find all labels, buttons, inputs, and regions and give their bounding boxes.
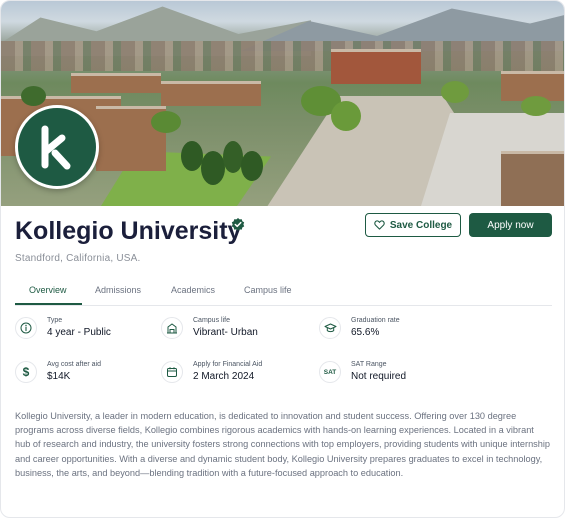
stat-type-label: Type (47, 317, 63, 324)
tab-campus-life[interactable]: Campus life (244, 285, 292, 295)
calendar-icon (161, 361, 183, 383)
stat-campus-life-label: Campus life (193, 317, 230, 324)
stat-campus-life: Campus life Vibrant- Urban (161, 317, 301, 341)
stat-financial-aid: Apply for Financial Aid 2 March 2024 (161, 361, 311, 385)
stat-sat-range: SAT SAT Range Not required (319, 361, 459, 385)
university-name: Kollegio University (15, 217, 242, 245)
stat-type: Type 4 year - Public (15, 317, 145, 341)
active-tab-indicator (15, 303, 82, 305)
stat-avg-cost-value: $14K (47, 371, 71, 382)
save-college-button[interactable]: Save College (365, 213, 461, 237)
university-logo (15, 105, 99, 189)
stat-graduation-rate: Graduation rate 65.6% (319, 317, 459, 341)
university-description: Kollegio University, a leader in modern … (15, 411, 551, 478)
university-location: Standford, California, USA. (15, 253, 141, 264)
stat-graduation-rate-label: Graduation rate (351, 317, 400, 324)
apply-now-button[interactable]: Apply now (469, 213, 552, 237)
tab-academics[interactable]: Academics (171, 285, 215, 295)
info-icon (15, 317, 37, 339)
stat-financial-aid-value: 2 March 2024 (193, 371, 255, 382)
heart-icon (374, 220, 385, 230)
stat-type-value: 4 year - Public (47, 327, 111, 338)
save-college-label: Save College (389, 219, 453, 231)
building-icon (161, 317, 183, 339)
stat-avg-cost: $ Avg cost after aid $14K (15, 361, 145, 385)
profile-tabs: Overview Admissions Academics Campus lif… (15, 277, 552, 306)
graduation-cap-icon (319, 317, 341, 339)
stat-sat-range-label: SAT Range (351, 361, 387, 368)
tab-admissions[interactable]: Admissions (95, 285, 141, 295)
tab-overview[interactable]: Overview (29, 285, 67, 295)
sat-icon: SAT (319, 361, 341, 383)
stat-graduation-rate-value: 65.6% (351, 327, 380, 338)
verified-badge-icon (230, 217, 246, 233)
college-profile-card: Kollegio University Standford, Californi… (0, 0, 565, 518)
apply-now-label: Apply now (487, 219, 534, 231)
dollar-icon: $ (15, 361, 37, 383)
stat-financial-aid-label: Apply for Financial Aid (193, 361, 263, 368)
stat-avg-cost-label: Avg cost after aid (47, 361, 101, 368)
stat-sat-range-value: Not required (351, 371, 407, 382)
stat-campus-life-value: Vibrant- Urban (193, 327, 258, 338)
